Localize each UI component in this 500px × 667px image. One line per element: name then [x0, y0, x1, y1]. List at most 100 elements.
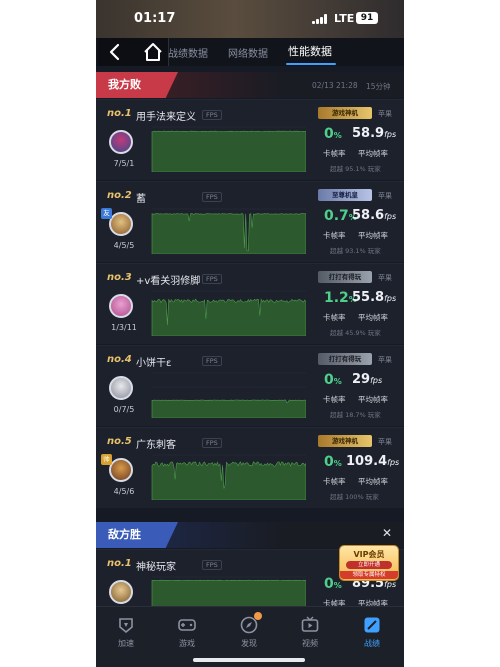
avg-fps-value: 55.8	[352, 290, 385, 305]
fps-tag: FPS	[202, 192, 222, 202]
stuck-rate: 0%	[324, 126, 342, 142]
player-name: 神秘玩家	[136, 562, 176, 573]
player-kda: 0/7/5	[113, 405, 135, 414]
exceed-percent: 超越 45.9% 玩家	[330, 329, 381, 337]
home-indicator	[193, 658, 305, 662]
tab-records[interactable]: 战绩	[347, 615, 397, 649]
avg-fps: 55.8fps	[352, 290, 397, 305]
device-rating-badge: 至尊机皇	[318, 189, 372, 201]
nav-buttons	[98, 38, 169, 66]
player-name: +v看关羽修脚	[136, 276, 201, 287]
vip-footer: 领取专属特权	[340, 571, 398, 579]
stuck-rate-value: 0	[324, 126, 334, 142]
device-brand: 苹果	[378, 110, 392, 118]
tab-games[interactable]: 游戏	[162, 615, 212, 649]
stuck-rate: 0%	[324, 454, 342, 470]
device-rating-badge: 游戏神机	[318, 435, 372, 447]
stuck-rate-label: 卡帧率	[323, 231, 346, 240]
stuck-rate-value: 1.2	[324, 290, 349, 306]
avatar[interactable]	[109, 376, 133, 400]
avg-fps-label: 平均帧率	[358, 231, 388, 240]
phone-screen: 01:17 LTE 91 战绩数据 网络数据 性能数据 我方败 02/13 21…	[96, 0, 404, 667]
fps-chart	[151, 126, 306, 172]
avg-fps-label: 平均帧率	[358, 313, 388, 322]
gamepad-icon	[178, 619, 196, 631]
close-icon[interactable]: ✕	[382, 526, 392, 540]
exceed-percent: 超越 18.7% 玩家	[330, 411, 381, 419]
avatar[interactable]	[109, 294, 133, 318]
tab-network-data[interactable]: 网络数据	[228, 45, 268, 60]
video-icon	[301, 616, 319, 632]
player-kda: 7/5/1	[113, 159, 135, 168]
tab-label: 游戏	[179, 639, 195, 648]
tab-performance-data[interactable]: 性能数据	[288, 43, 332, 59]
bottom-tab-bar: 加速 游戏 发现 视频 战绩	[96, 606, 404, 667]
stuck-rate-value: 0	[324, 454, 334, 470]
player-kda: 1/3/11	[111, 323, 137, 332]
team-label-lose: 我方败	[96, 72, 178, 98]
fps-chart	[151, 208, 306, 254]
device-brand: 苹果	[378, 192, 392, 200]
stuck-rate: 0%	[324, 372, 342, 388]
device-brand: 苹果	[378, 438, 392, 446]
exceed-percent: 超越 100% 玩家	[330, 493, 379, 501]
player-name: 用手法来定义	[136, 112, 196, 123]
avatar[interactable]	[109, 130, 133, 154]
tab-label: 战绩	[364, 639, 380, 648]
avg-fps: 29fps	[352, 372, 383, 387]
player-row[interactable]: no.4 小饼干ε FPS 打打有得玩 苹果 0/7/5 0% 29fps 卡帧…	[96, 345, 404, 426]
stuck-rate-value: 0	[324, 372, 334, 388]
notification-dot	[254, 612, 262, 620]
fps-chart	[151, 454, 306, 500]
player-row[interactable]: no.1 用手法来定义 FPS 游戏神机 苹果 7/5/1 0% 58.9fps…	[96, 99, 404, 180]
vip-promo[interactable]: VIP会员 立即开通 领取专属特权	[340, 546, 398, 580]
match-duration: 15分钟	[366, 82, 391, 91]
network-type: LTE	[334, 12, 355, 25]
stuck-rate-label: 卡帧率	[323, 477, 346, 486]
battery-icon: 91	[356, 12, 378, 24]
tab-video[interactable]: 视频	[285, 615, 335, 649]
vip-open-button[interactable]: 立即开通	[346, 561, 392, 569]
home-icon[interactable]	[142, 42, 164, 62]
player-row[interactable]: no.5 广东刺客 FPS 游戏神机 苹果 帅 4/5/6 0% 109.4fp…	[96, 427, 404, 508]
exceed-percent: 超越 95.1% 玩家	[330, 165, 381, 173]
status-time: 01:17	[134, 11, 176, 26]
player-tag: 友	[101, 208, 112, 219]
player-name: 小饼干ε	[136, 358, 172, 369]
player-rank: no.1	[107, 108, 132, 119]
status-bar: 01:17 LTE 91	[96, 0, 404, 38]
avg-fps-value: 58.6	[352, 208, 385, 223]
fps-trace	[151, 130, 306, 172]
tab-label: 加速	[118, 639, 134, 648]
fps-chart	[151, 372, 306, 418]
avg-fps-label: 平均帧率	[358, 149, 388, 158]
top-nav: 战绩数据 网络数据 性能数据	[96, 38, 404, 66]
player-rank: no.2	[107, 190, 132, 201]
active-tab-indicator	[286, 63, 336, 65]
device-brand: 苹果	[378, 274, 392, 282]
player-row[interactable]: no.2 蓄 FPS 至尊机皇 苹果 友 4/5/5 0.7% 58.6fps …	[96, 181, 404, 262]
avatar[interactable]	[109, 580, 133, 604]
device-rating-badge: 打打有得玩	[318, 271, 372, 283]
player-rank: no.1	[107, 558, 132, 569]
stuck-rate: 0%	[324, 576, 342, 592]
player-rank: no.3	[107, 272, 132, 283]
tab-accelerate[interactable]: 加速	[101, 615, 151, 649]
fps-trace	[151, 213, 306, 254]
player-row[interactable]: no.3 +v看关羽修脚 FPS 打打有得玩 苹果 1/3/11 1.2% 55…	[96, 263, 404, 344]
device-brand: 苹果	[378, 356, 392, 364]
signal-icon	[312, 14, 328, 24]
avg-fps-value: 29	[352, 372, 371, 387]
stuck-rate-label: 卡帧率	[323, 149, 346, 158]
team-label-win: 敌方胜	[96, 522, 178, 548]
fps-tag: FPS	[202, 274, 222, 284]
accelerate-icon	[119, 618, 133, 634]
tab-discover[interactable]: 发现	[224, 612, 274, 649]
fps-trace	[151, 399, 306, 418]
avatar[interactable]	[109, 458, 133, 482]
tab-battle-data[interactable]: 战绩数据	[168, 45, 208, 60]
back-icon[interactable]	[106, 42, 124, 62]
vip-title: VIP会员	[353, 550, 385, 559]
avatar[interactable]	[109, 212, 133, 236]
tab-label: 发现	[241, 639, 257, 648]
